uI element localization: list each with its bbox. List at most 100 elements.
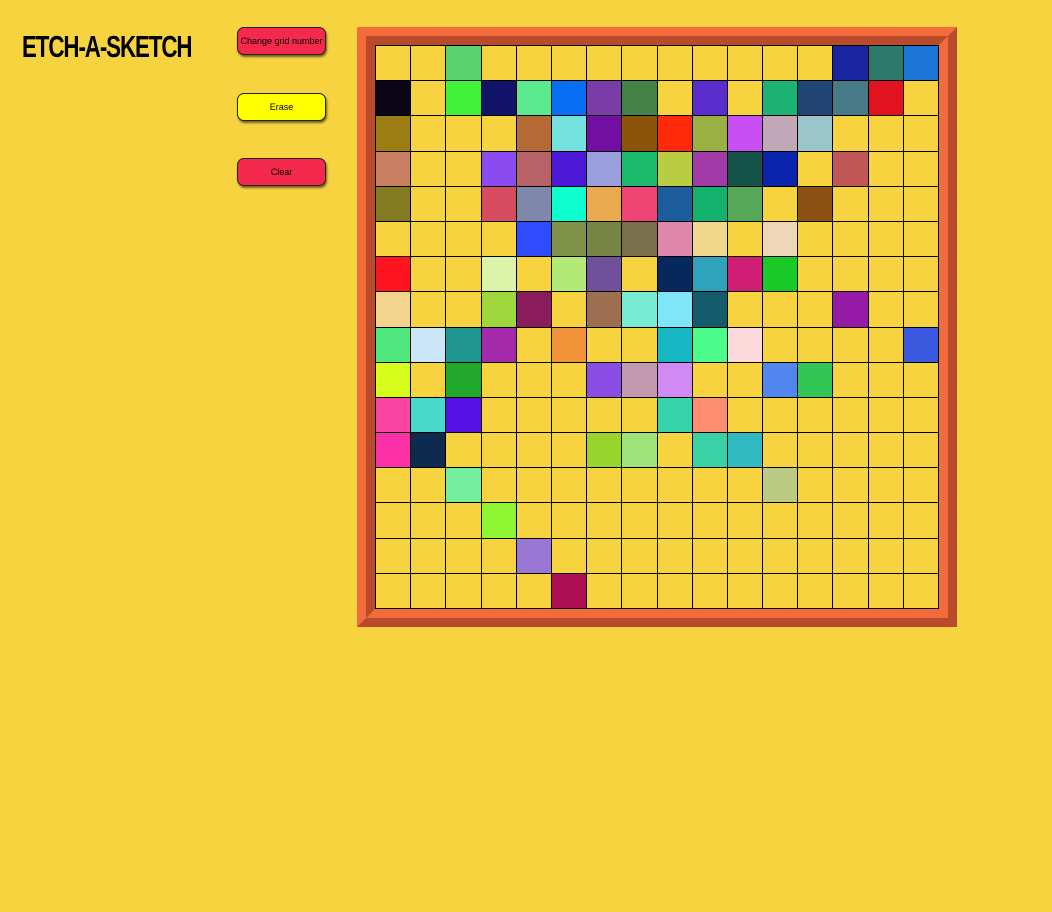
grid-cell[interactable] <box>763 362 799 398</box>
grid-cell[interactable] <box>376 433 412 469</box>
grid-cell[interactable] <box>481 46 517 82</box>
grid-cell[interactable] <box>481 257 517 293</box>
grid-cell[interactable] <box>516 362 552 398</box>
grid-cell[interactable] <box>446 46 482 82</box>
grid-cell[interactable] <box>727 538 764 574</box>
grid-cell[interactable] <box>446 116 482 152</box>
grid-cell[interactable] <box>798 151 834 187</box>
grid-cell[interactable] <box>798 468 834 504</box>
grid-cell[interactable] <box>763 186 799 222</box>
grid-cell[interactable] <box>481 81 517 117</box>
grid-cell[interactable] <box>833 186 869 222</box>
grid-cell[interactable] <box>868 46 904 82</box>
grid-cell[interactable] <box>903 538 939 574</box>
grid-cell[interactable] <box>446 327 482 363</box>
grid-cell[interactable] <box>763 468 799 504</box>
grid-cell[interactable] <box>833 362 869 398</box>
grid-cell[interactable] <box>763 116 799 152</box>
grid-cell[interactable] <box>868 221 904 258</box>
grid-cell[interactable] <box>587 327 623 363</box>
grid-cell[interactable] <box>376 468 412 504</box>
grid-cell[interactable] <box>657 573 693 609</box>
grid-cell[interactable] <box>763 538 799 574</box>
grid-cell[interactable] <box>551 81 588 117</box>
grid-cell[interactable] <box>411 257 447 293</box>
grid-cell[interactable] <box>868 468 904 504</box>
grid-cell[interactable] <box>481 221 517 258</box>
erase-button[interactable]: Erase <box>237 93 326 121</box>
grid-cell[interactable] <box>868 186 904 222</box>
grid-cell[interactable] <box>692 116 728 152</box>
grid-cell[interactable] <box>446 151 482 187</box>
grid-cell[interactable] <box>376 221 412 258</box>
grid-cell[interactable] <box>868 397 904 434</box>
grid-cell[interactable] <box>833 327 869 363</box>
grid-cell[interactable] <box>763 46 799 82</box>
grid-cell[interactable] <box>551 433 588 469</box>
grid-cell[interactable] <box>587 257 623 293</box>
grid-cell[interactable] <box>798 221 834 258</box>
grid-cell[interactable] <box>411 362 447 398</box>
grid-cell[interactable] <box>481 468 517 504</box>
change-grid-number-button[interactable]: Change grid number <box>237 27 326 55</box>
grid-cell[interactable] <box>516 503 552 539</box>
grid-cell[interactable] <box>763 503 799 539</box>
grid-cell[interactable] <box>833 292 869 328</box>
grid-cell[interactable] <box>411 433 447 469</box>
grid-cell[interactable] <box>868 433 904 469</box>
grid-cell[interactable] <box>411 397 447 434</box>
grid-cell[interactable] <box>657 433 693 469</box>
grid-cell[interactable] <box>516 151 552 187</box>
grid-cell[interactable] <box>903 292 939 328</box>
grid-cell[interactable] <box>903 81 939 117</box>
grid-cell[interactable] <box>727 46 764 82</box>
grid-cell[interactable] <box>868 362 904 398</box>
grid-cell[interactable] <box>516 468 552 504</box>
grid-cell[interactable] <box>587 186 623 222</box>
grid-cell[interactable] <box>657 292 693 328</box>
grid-cell[interactable] <box>587 362 623 398</box>
grid-cell[interactable] <box>798 362 834 398</box>
grid-cell[interactable] <box>692 573 728 609</box>
grid-cell[interactable] <box>446 186 482 222</box>
grid-cell[interactable] <box>481 327 517 363</box>
grid-cell[interactable] <box>551 362 588 398</box>
grid-cell[interactable] <box>411 116 447 152</box>
grid-cell[interactable] <box>376 327 412 363</box>
grid-cell[interactable] <box>376 46 412 82</box>
grid-cell[interactable] <box>798 503 834 539</box>
grid-cell[interactable] <box>622 503 658 539</box>
grid-cell[interactable] <box>833 221 869 258</box>
grid-cell[interactable] <box>481 538 517 574</box>
grid-cell[interactable] <box>798 186 834 222</box>
grid-cell[interactable] <box>516 433 552 469</box>
grid-cell[interactable] <box>481 151 517 187</box>
grid-cell[interactable] <box>551 116 588 152</box>
grid-cell[interactable] <box>763 573 799 609</box>
grid-cell[interactable] <box>622 362 658 398</box>
grid-cell[interactable] <box>587 538 623 574</box>
grid-cell[interactable] <box>727 468 764 504</box>
grid-cell[interactable] <box>516 186 552 222</box>
grid-cell[interactable] <box>692 468 728 504</box>
grid-cell[interactable] <box>692 433 728 469</box>
sketch-grid[interactable] <box>375 45 939 609</box>
grid-cell[interactable] <box>551 151 588 187</box>
grid-cell[interactable] <box>868 81 904 117</box>
grid-cell[interactable] <box>903 433 939 469</box>
grid-cell[interactable] <box>446 362 482 398</box>
grid-cell[interactable] <box>657 221 693 258</box>
grid-cell[interactable] <box>868 573 904 609</box>
grid-cell[interactable] <box>551 397 588 434</box>
grid-cell[interactable] <box>657 503 693 539</box>
grid-cell[interactable] <box>622 397 658 434</box>
grid-cell[interactable] <box>727 503 764 539</box>
grid-cell[interactable] <box>446 468 482 504</box>
grid-cell[interactable] <box>692 46 728 82</box>
grid-cell[interactable] <box>516 257 552 293</box>
grid-cell[interactable] <box>763 292 799 328</box>
grid-cell[interactable] <box>446 292 482 328</box>
grid-cell[interactable] <box>903 257 939 293</box>
grid-cell[interactable] <box>481 292 517 328</box>
grid-cell[interactable] <box>798 538 834 574</box>
